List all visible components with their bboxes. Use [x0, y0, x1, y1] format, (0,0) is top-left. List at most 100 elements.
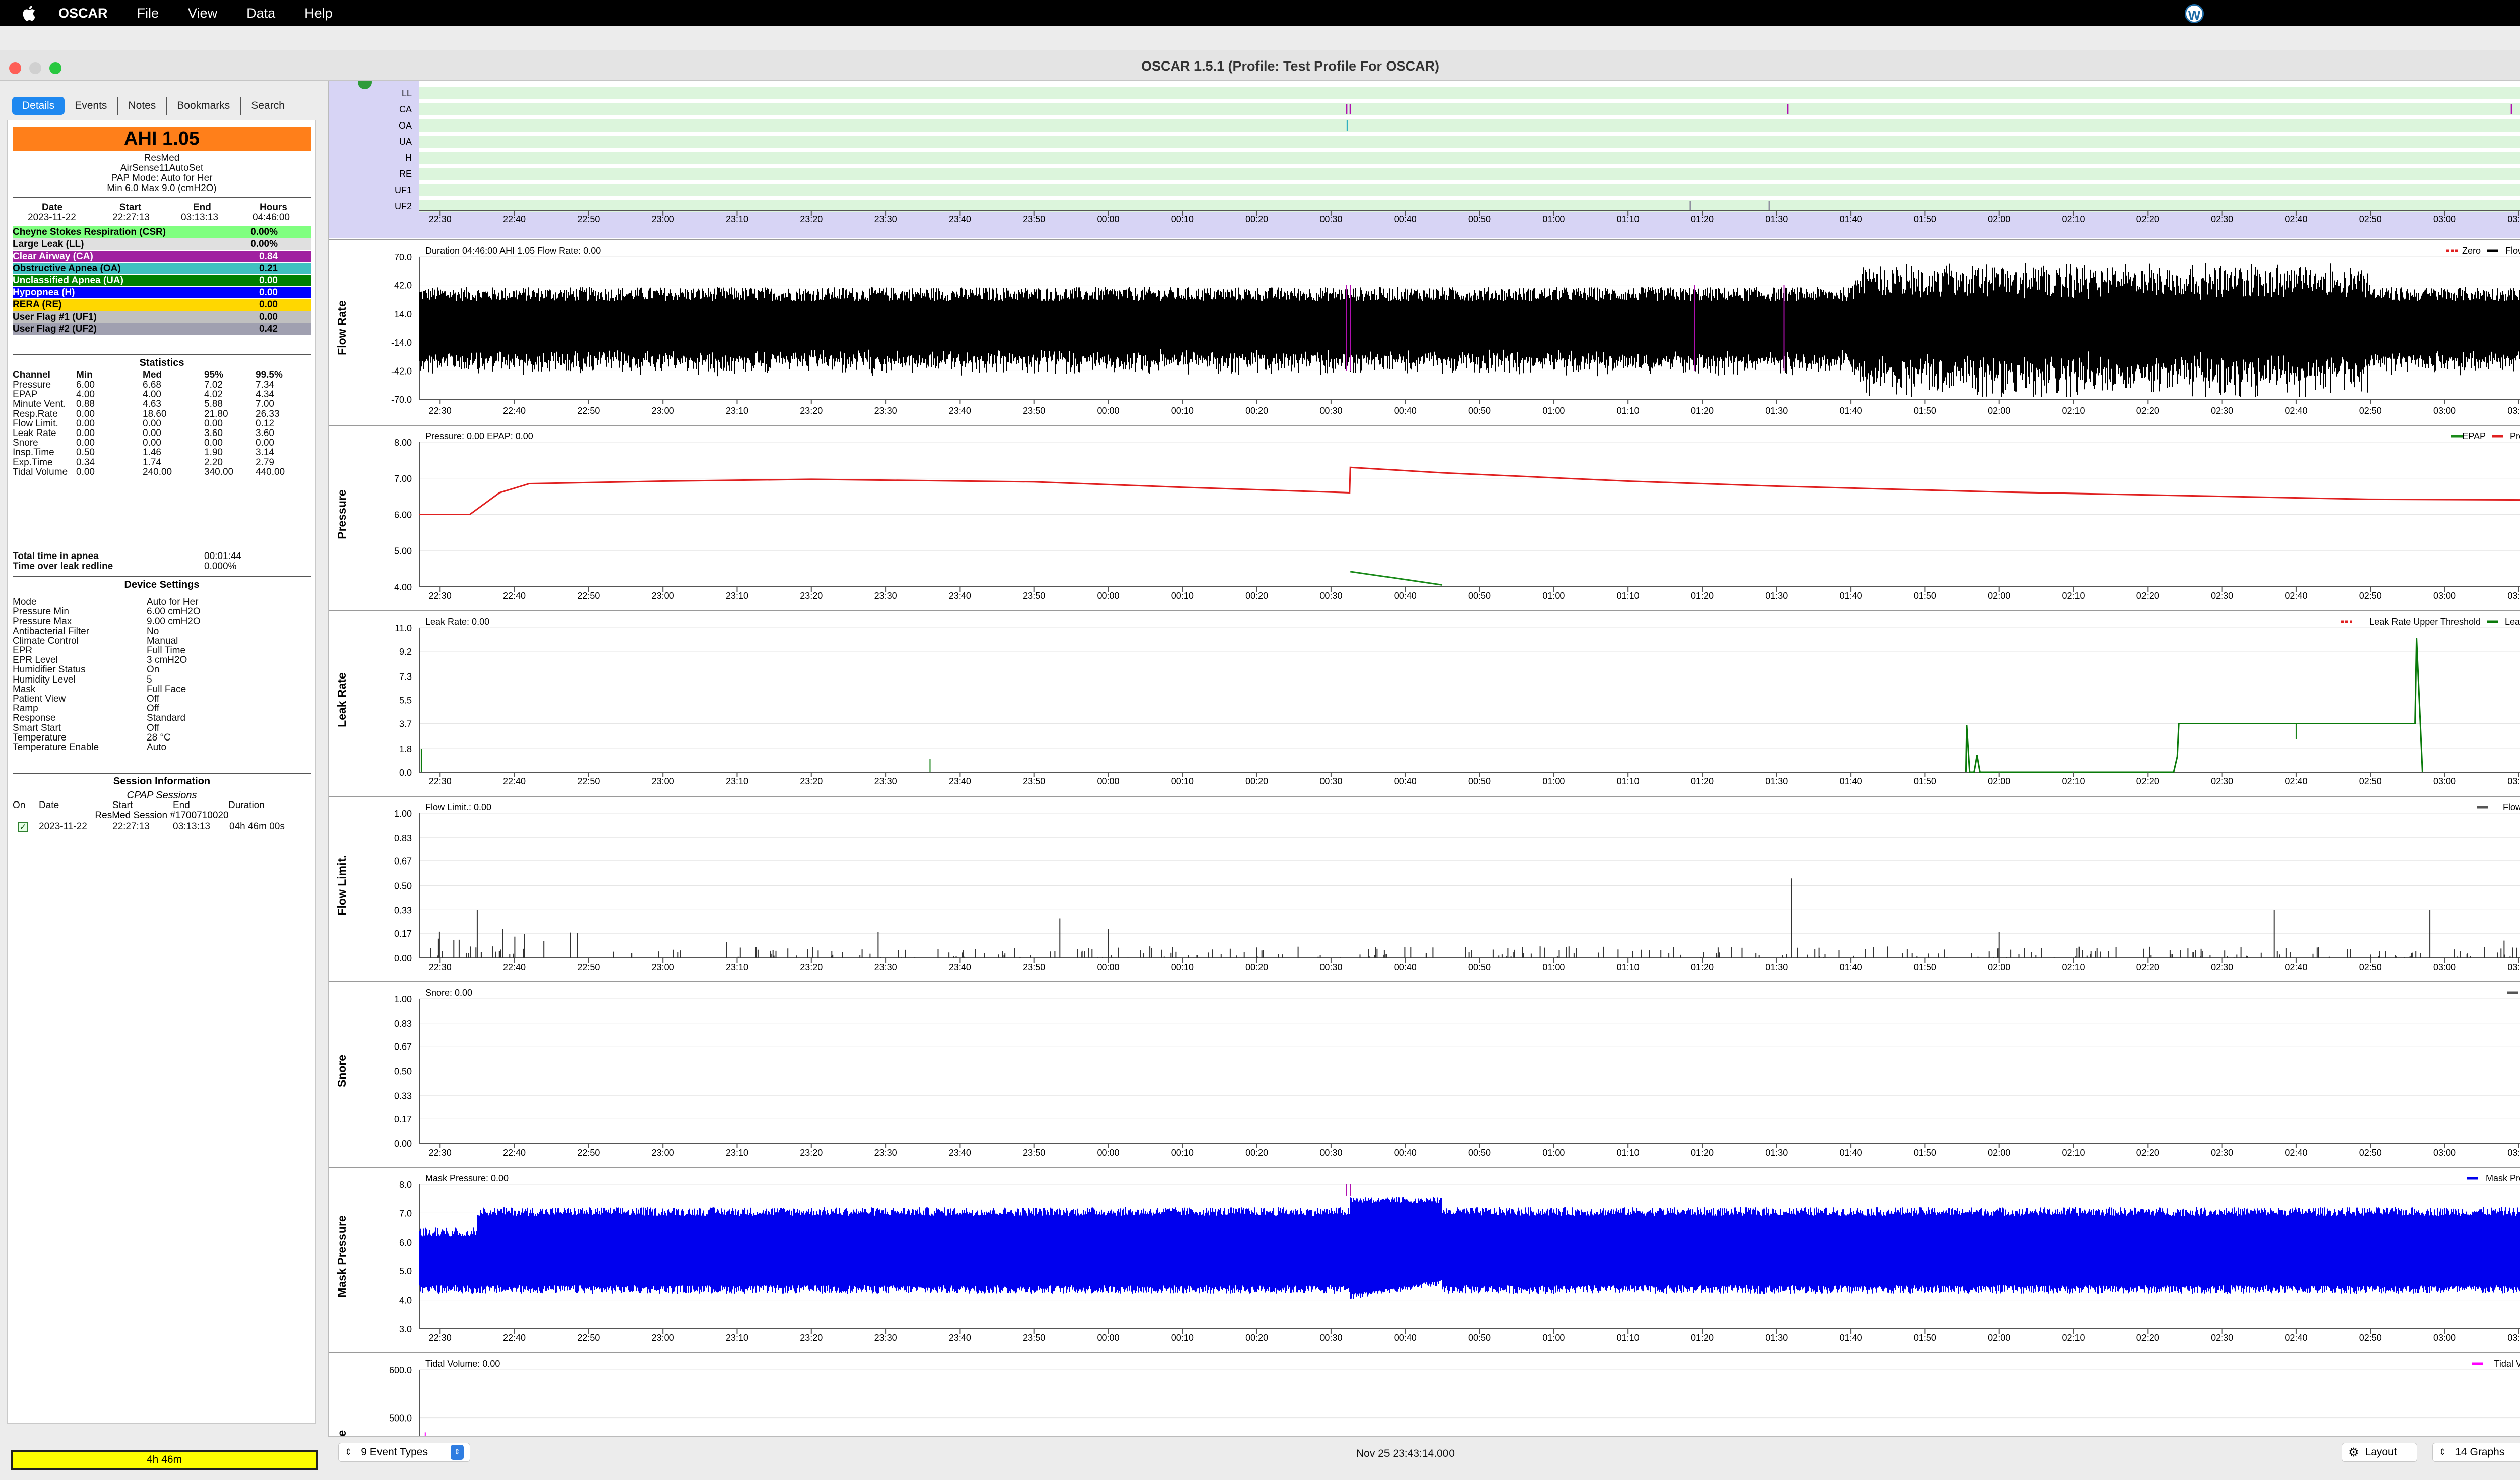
y-tick-label: 0.00 [394, 953, 412, 963]
y-tick-label: 600.0 [389, 1365, 412, 1375]
x-tick-label: 00:40 [1394, 406, 1417, 416]
x-tick-label: 23:30 [874, 1148, 897, 1158]
y-tick-label: 0.33 [394, 1091, 412, 1101]
event-value: 0.42 [259, 324, 278, 334]
x-tick-label: 03:10 [2507, 962, 2520, 972]
x-tick-label: 01:30 [1765, 214, 1788, 224]
x-tick-label: 01:20 [1691, 1148, 1714, 1158]
event-row[interactable]: Large Leak (LL) 0.00% [13, 238, 311, 250]
apple-icon[interactable] [20, 4, 39, 23]
menu-data[interactable]: Data [246, 6, 275, 21]
x-tick-label: 23:10 [726, 591, 748, 601]
event-label: Obstructive Apnea (OA) [13, 263, 121, 274]
x-tick-label: 02:30 [2211, 1333, 2233, 1343]
graph-ylabel: Mask Pressure [335, 1215, 348, 1297]
stat-channel: Tidal Volume [13, 466, 68, 477]
tab-notes[interactable]: Notes [118, 97, 167, 115]
x-tick-label: 01:10 [1617, 406, 1640, 416]
x-tick-label: 23:00 [652, 776, 674, 786]
graphs-count-dropdown[interactable]: ⇕ 14 Graphs ⇕ [2432, 1443, 2520, 1462]
x-tick-label: 22:40 [503, 214, 526, 224]
session-duration-bar[interactable]: 4h 46m [11, 1450, 318, 1470]
tab-search[interactable]: Search [241, 97, 295, 115]
x-tick-label: 00:10 [1171, 962, 1194, 972]
left-panel: Details Events Notes Bookmarks Search AH… [7, 81, 318, 1480]
y-tick-label: 500.0 [389, 1413, 412, 1424]
bottom-toolbar: ⇕ 9 Event Types ⇕ Nov 25 23:43:14.000 ⚙ … [328, 1437, 2520, 1467]
event-row[interactable]: RERA (RE) 0.00 [13, 299, 311, 311]
x-tick-label: 02:50 [2359, 962, 2382, 972]
session-end: 03:13:13 [173, 821, 210, 832]
x-tick-label: 00:50 [1468, 591, 1491, 601]
menu-file[interactable]: File [137, 6, 159, 21]
x-tick-label: 00:20 [1245, 776, 1268, 786]
y-tick-label: 7.3 [399, 672, 412, 682]
summary-header-date: Date [42, 202, 63, 213]
event-row[interactable]: Cheyne Stokes Respiration (CSR) 0.00% [13, 226, 311, 238]
x-tick-label: 22:40 [503, 591, 526, 601]
event-row[interactable]: User Flag #2 (UF2) 0.42 [13, 323, 311, 335]
setting-value: Auto [147, 742, 167, 753]
menu-view[interactable]: View [188, 6, 217, 21]
x-tick-label: 22:30 [429, 1333, 452, 1343]
legend-label: Zero [2462, 245, 2481, 256]
event-value: 0.00% [250, 227, 278, 237]
x-tick-label: 01:50 [1914, 1333, 1936, 1343]
flag-row-band [419, 119, 2520, 132]
x-tick-label: 00:30 [1319, 591, 1342, 601]
updown-icon: ⇕ [345, 1447, 352, 1457]
x-tick-label: 23:10 [726, 776, 748, 786]
x-tick-label: 02:40 [2285, 776, 2307, 786]
x-tick-label: 00:30 [1319, 214, 1342, 224]
summary-end: 03:13:13 [181, 212, 218, 223]
x-tick-label: 02:10 [2062, 1148, 2085, 1158]
x-tick-label: 22:40 [503, 1333, 526, 1343]
event-value: 0.00 [259, 299, 278, 310]
x-tick-label: 23:10 [726, 214, 748, 224]
event-row[interactable]: Clear Airway (CA) 0.84 [13, 251, 311, 262]
session-enabled-checkbox[interactable]: ✓ [18, 822, 28, 832]
y-tick-label: 4.00 [394, 582, 412, 592]
x-tick-label: 02:40 [2285, 1148, 2307, 1158]
graphs-canvas[interactable]: Event FlagsLLCAOAUAHREUF1UF222:3022:4022… [329, 81, 2520, 1437]
x-tick-label: 00:20 [1245, 1148, 1268, 1158]
legend-label: Flow Limit. [2503, 802, 2520, 812]
tab-details[interactable]: Details [12, 97, 65, 115]
x-tick-label: 00:10 [1171, 776, 1194, 786]
menu-app[interactable]: OSCAR [58, 6, 108, 21]
x-tick-label: 00:10 [1171, 1333, 1194, 1343]
x-tick-label: 02:30 [2211, 962, 2233, 972]
x-tick-label: 00:40 [1394, 962, 1417, 972]
layout-button[interactable]: ⚙ Layout [2342, 1443, 2417, 1462]
event-row[interactable]: User Flag #1 (UF1) 0.00 [13, 311, 311, 323]
graph-title: Mask Pressure: 0.00 [425, 1173, 509, 1183]
event-value: 0.00 [259, 275, 278, 286]
tab-bookmarks[interactable]: Bookmarks [167, 97, 241, 115]
x-tick-label: 02:50 [2359, 1148, 2382, 1158]
graph-title: Tidal Volume: 0.00 [425, 1359, 500, 1369]
tab-events[interactable]: Events [65, 97, 118, 115]
event-types-dropdown[interactable]: ⇕ 9 Event Types ⇕ [338, 1443, 470, 1462]
y-tick-label: 6.00 [394, 510, 412, 520]
event-row[interactable]: Obstructive Apnea (OA) 0.21 [13, 263, 311, 274]
x-tick-label: 01:20 [1691, 776, 1714, 786]
y-tick-label: 9.2 [399, 647, 412, 657]
x-tick-label: 01:30 [1765, 1148, 1788, 1158]
x-tick-label: 01:50 [1914, 776, 1936, 786]
event-label: User Flag #1 (UF1) [13, 312, 97, 322]
session-header-on: On [13, 800, 26, 811]
epap-series [1350, 571, 1443, 586]
x-tick-label: 03:10 [2507, 1333, 2520, 1343]
x-tick-label: 00:20 [1245, 1333, 1268, 1343]
leak-rate-series [1965, 638, 2423, 773]
x-tick-label: 23:50 [1023, 214, 1045, 224]
x-tick-label: 23:30 [874, 406, 897, 416]
menu-help[interactable]: Help [304, 6, 333, 21]
event-row[interactable]: Unclassified Apnea (UA) 0.00 [13, 275, 311, 286]
legend-label: Flow Rate [2505, 245, 2520, 256]
wordpress-icon[interactable]: W [2185, 4, 2204, 23]
event-row[interactable]: Hypopnea (H) 0.00 [13, 287, 311, 298]
x-tick-label: 23:00 [652, 1333, 674, 1343]
x-tick-label: 23:10 [726, 406, 748, 416]
graph-area[interactable]: Event FlagsLLCAOAUAHREUF1UF222:3022:4022… [328, 81, 2520, 1437]
